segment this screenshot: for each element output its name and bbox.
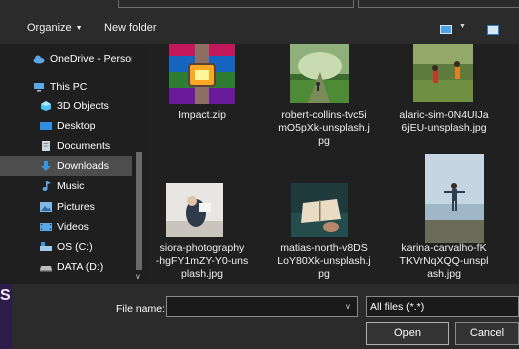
nav-item-label: Pictures: [57, 201, 95, 213]
photo-thumbnail: [413, 44, 473, 102]
nav-item-3d-objects[interactable]: 3D Objects: [0, 96, 132, 116]
new-folder-button[interactable]: New folder: [104, 22, 157, 34]
pictures-icon: [40, 202, 52, 212]
cancel-button[interactable]: Cancel: [455, 322, 519, 345]
nav-item-this-pc[interactable]: This PC: [0, 77, 132, 97]
organize-button[interactable]: Organize ▼: [27, 22, 83, 34]
nav-item-label: Downloads: [57, 160, 109, 172]
scrollbar-thumb[interactable]: [136, 152, 142, 270]
nav-item-label: Videos: [57, 221, 89, 233]
address-bar[interactable]: [118, 0, 354, 8]
file-tile[interactable]: robert-collins-tvc5i mO5pXk-unsplash.j p…: [268, 44, 380, 154]
command-bar: Organize ▼ New folder ▼: [0, 14, 519, 44]
file-name: alaric-sim-0N4UIJa 6jEU-unsplash.jpg: [399, 109, 489, 134]
chevron-down-icon: ▼: [75, 25, 83, 32]
computer-icon: [34, 83, 44, 92]
nav-item-videos[interactable]: Videos: [0, 217, 132, 237]
cube-icon: [41, 101, 51, 111]
nav-item-label: Documents: [57, 140, 111, 152]
chevron-down-icon[interactable]: ▼: [459, 23, 466, 30]
cloud-icon: [33, 55, 45, 64]
file-name: robert-collins-tvc5i mO5pXk-unsplash.j p…: [278, 109, 370, 147]
background-app-strip: S: [0, 284, 12, 349]
winrar-archive-icon: [169, 44, 235, 104]
nav-item-pictures[interactable]: Pictures: [0, 197, 132, 217]
view-options-icon[interactable]: [440, 25, 452, 34]
background-letter: S: [0, 287, 11, 304]
file-name: karina-carvalho-fK TKVrNqXQQ-unspl ash.j…: [399, 242, 489, 280]
dialog-footer: S File name: ∨ All files (*.*) Open Canc…: [0, 284, 519, 349]
document-icon: [42, 141, 50, 151]
music-icon: [42, 181, 51, 191]
file-name: siora-photography -hgFY1mZY-Y0-uns plash…: [155, 242, 249, 280]
organize-label: Organize: [27, 22, 72, 34]
file-name-label: File name:: [116, 303, 166, 315]
navigation-pane: OneDrive - Person This PC 3D Objects Des…: [0, 44, 146, 284]
file-tile[interactable]: siora-photography -hgFY1mZY-Y0-uns plash…: [146, 180, 258, 284]
nav-item-data-d[interactable]: DATA (D:): [0, 257, 132, 277]
file-tile[interactable]: matias-north-v8DS LoY80Xk-unsplash.j pg: [268, 180, 380, 284]
search-box[interactable]: [358, 0, 519, 8]
file-tile[interactable]: alaric-sim-0N4UIJa 6jEU-unsplash.jpg: [388, 44, 500, 154]
desktop-icon: [40, 122, 52, 130]
file-name: matias-north-v8DS LoY80Xk-unsplash.j pg: [277, 242, 371, 280]
drive-icon: [40, 242, 52, 251]
file-tile[interactable]: karina-carvalho-fK TKVrNqXQQ-unspl ash.j…: [388, 154, 500, 284]
nav-item-label: Desktop: [57, 120, 96, 132]
nav-item-label: Music: [57, 180, 85, 192]
address-bar-area: [0, 0, 519, 14]
file-list: Impact.zip robert-collins-tvc5i mO5pXk-u…: [146, 44, 519, 284]
nav-item-os-c[interactable]: OS (C:): [0, 237, 132, 257]
chevron-down-icon[interactable]: ∨: [345, 302, 351, 311]
nav-item-label: OneDrive - Person: [50, 53, 132, 65]
preview-pane-icon[interactable]: [487, 25, 499, 35]
nav-item-downloads[interactable]: Downloads: [0, 156, 132, 176]
chevron-down-icon[interactable]: ∨: [135, 272, 141, 281]
new-folder-label: New folder: [104, 22, 157, 34]
file-name: Impact.zip: [178, 109, 226, 121]
nav-item-music[interactable]: Music: [0, 176, 132, 196]
download-icon: [41, 161, 51, 171]
photo-thumbnail: [291, 183, 348, 237]
photo-thumbnail: [425, 154, 484, 243]
nav-scrollbar[interactable]: ∨: [132, 44, 146, 284]
photo-thumbnail: [166, 183, 223, 237]
open-button[interactable]: Open: [366, 322, 449, 345]
file-type-filter[interactable]: All files (*.*): [366, 296, 519, 317]
drive-icon: [40, 266, 52, 272]
nav-item-label: DATA (D:): [57, 261, 104, 273]
file-type-filter-value: All files (*.*): [370, 301, 425, 313]
nav-item-label: 3D Objects: [57, 100, 109, 112]
nav-item-label: This PC: [50, 81, 88, 93]
nav-item-documents[interactable]: Documents: [0, 136, 132, 156]
nav-item-label: OS (C:): [57, 241, 93, 253]
photo-thumbnail: [290, 44, 349, 103]
video-icon: [40, 223, 52, 231]
file-name-input[interactable]: [166, 296, 358, 317]
nav-item-onedrive[interactable]: OneDrive - Person: [0, 49, 132, 69]
file-tile[interactable]: Impact.zip: [146, 44, 258, 154]
nav-item-desktop[interactable]: Desktop: [0, 116, 132, 136]
